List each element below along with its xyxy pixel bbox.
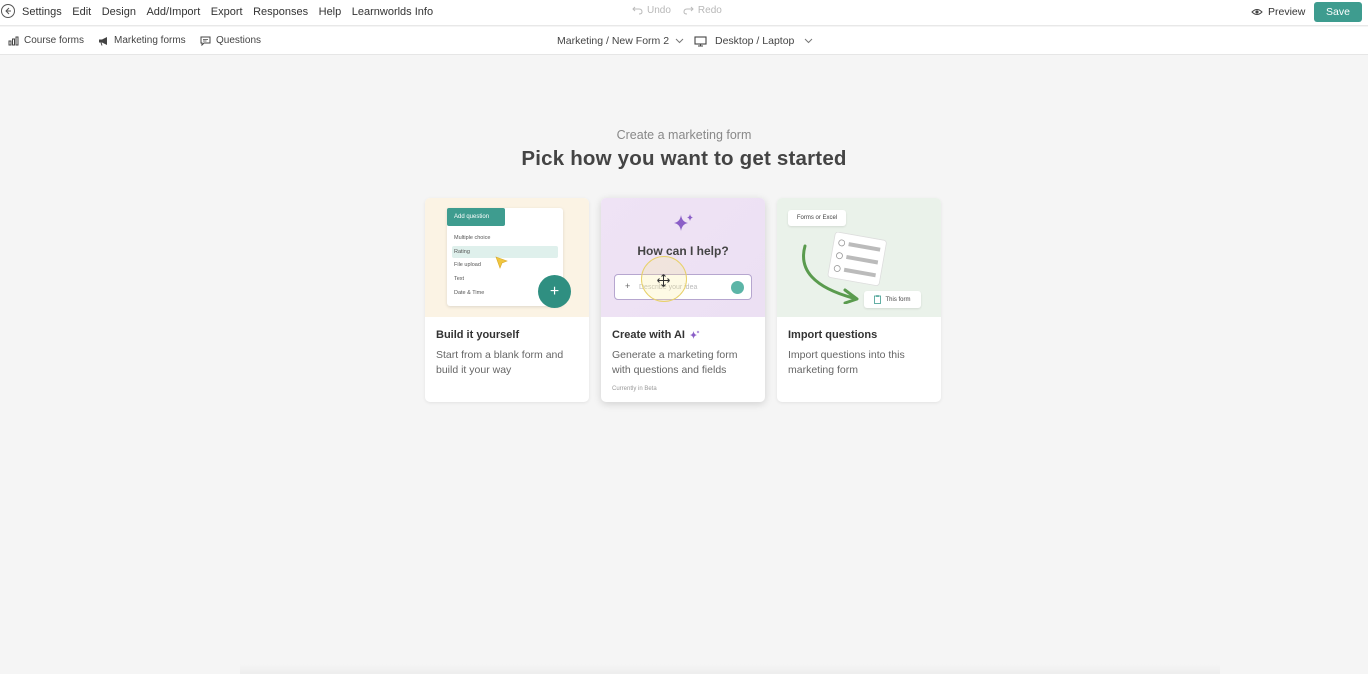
build-yourself-illustration: Add question Multiple choice Rating File… xyxy=(425,198,589,317)
target-tag: This form xyxy=(864,291,921,308)
page-title: Pick how you want to get started xyxy=(521,147,847,170)
marketing-forms-label: Marketing forms xyxy=(114,35,186,46)
sparkle-icon xyxy=(689,330,700,339)
sub-toolbar: Course forms Marketing forms Questions M… xyxy=(0,27,1368,55)
plus-icon: + xyxy=(625,281,631,291)
monitor-icon xyxy=(694,35,707,47)
move-cursor-icon xyxy=(657,274,670,287)
questions-label: Questions xyxy=(216,35,262,46)
top-menu-bar: Settings Edit Design Add/Import Export R… xyxy=(0,0,1368,26)
breadcrumb: Marketing / New Form 2 xyxy=(557,35,670,47)
page-subtitle: Create a marketing form xyxy=(616,128,752,142)
course-forms-link[interactable]: Course forms xyxy=(8,35,84,46)
option-date-time: Date & Time xyxy=(454,290,485,296)
beta-note: Currently in Beta xyxy=(612,386,657,392)
create-with-ai-card[interactable]: How can I help? + Describe your idea Cre… xyxy=(601,198,765,402)
ai-prompt-question: How can I help? xyxy=(637,244,729,258)
form-breadcrumb-dropdown[interactable]: Marketing / New Form 2 xyxy=(557,35,684,47)
back-icon[interactable] xyxy=(1,4,15,18)
undo-redo-group: Undo Redo xyxy=(632,5,722,16)
pointer-icon xyxy=(495,256,508,269)
chevron-down-icon xyxy=(675,38,684,44)
undo-icon xyxy=(632,6,643,15)
undo-label: Undo xyxy=(647,5,671,16)
preview-label: Preview xyxy=(1268,6,1306,18)
source-tag: Forms or Excel xyxy=(788,210,846,226)
option-file-upload: File upload xyxy=(454,262,481,268)
card-title: Create with AI xyxy=(612,329,685,341)
import-questions-card[interactable]: Forms or Excel This form Import question… xyxy=(777,198,941,402)
preview-button[interactable]: Preview xyxy=(1251,6,1305,18)
undo-button[interactable]: Undo xyxy=(632,5,671,16)
main-menu: Settings Edit Design Add/Import Export R… xyxy=(22,6,444,18)
option-text: Text xyxy=(454,276,465,282)
questions-link[interactable]: Questions xyxy=(200,35,261,46)
option-multiple-choice: Multiple choice xyxy=(454,235,491,241)
menu-responses[interactable]: Responses xyxy=(253,6,308,18)
course-forms-label: Course forms xyxy=(24,35,85,46)
card-title: Build it yourself xyxy=(436,329,520,341)
redo-icon xyxy=(683,6,694,15)
menu-design[interactable]: Design xyxy=(102,6,136,18)
target-tag-label: This form xyxy=(885,296,911,303)
eye-icon xyxy=(1251,9,1263,15)
marketing-forms-link[interactable]: Marketing forms xyxy=(98,35,186,46)
menu-export[interactable]: Export xyxy=(211,6,243,18)
device-label: Desktop / Laptop xyxy=(715,35,795,47)
menu-settings[interactable]: Settings xyxy=(22,6,62,18)
menu-learnworlds-info[interactable]: Learnworlds Info xyxy=(352,6,433,18)
megaphone-icon xyxy=(99,36,107,46)
bottom-shadow xyxy=(240,664,1220,674)
card-title-row: Create with AI xyxy=(612,329,700,341)
redo-label: Redo xyxy=(697,5,722,16)
chat-icon xyxy=(200,36,211,46)
import-questions-illustration: Forms or Excel This form xyxy=(777,198,941,317)
device-dropdown[interactable]: Desktop / Laptop xyxy=(694,35,813,47)
add-question-header: Add question xyxy=(447,208,505,226)
sparkle-icon xyxy=(674,214,693,231)
card-title: Import questions xyxy=(788,329,878,341)
redo-button[interactable]: Redo xyxy=(683,5,722,16)
clipboard-icon xyxy=(874,295,882,304)
chart-icon xyxy=(8,36,19,45)
option-rating: Rating xyxy=(454,249,470,255)
menu-help[interactable]: Help xyxy=(319,6,342,18)
green-arrow-icon xyxy=(802,244,859,304)
send-icon xyxy=(731,281,744,294)
plus-icon: + xyxy=(538,275,571,308)
chevron-down-icon xyxy=(805,38,813,44)
menu-add-import[interactable]: Add/Import xyxy=(146,6,200,18)
save-button[interactable]: Save xyxy=(1314,2,1362,22)
create-with-ai-illustration: How can I help? + Describe your idea xyxy=(601,198,765,317)
card-description: Start from a blank form and build it you… xyxy=(436,349,564,376)
build-yourself-card[interactable]: Add question Multiple choice Rating File… xyxy=(425,198,589,402)
card-description: Generate a marketing form with questions… xyxy=(612,349,738,376)
menu-edit[interactable]: Edit xyxy=(72,6,91,18)
card-description: Import questions into this marketing for… xyxy=(788,349,905,376)
